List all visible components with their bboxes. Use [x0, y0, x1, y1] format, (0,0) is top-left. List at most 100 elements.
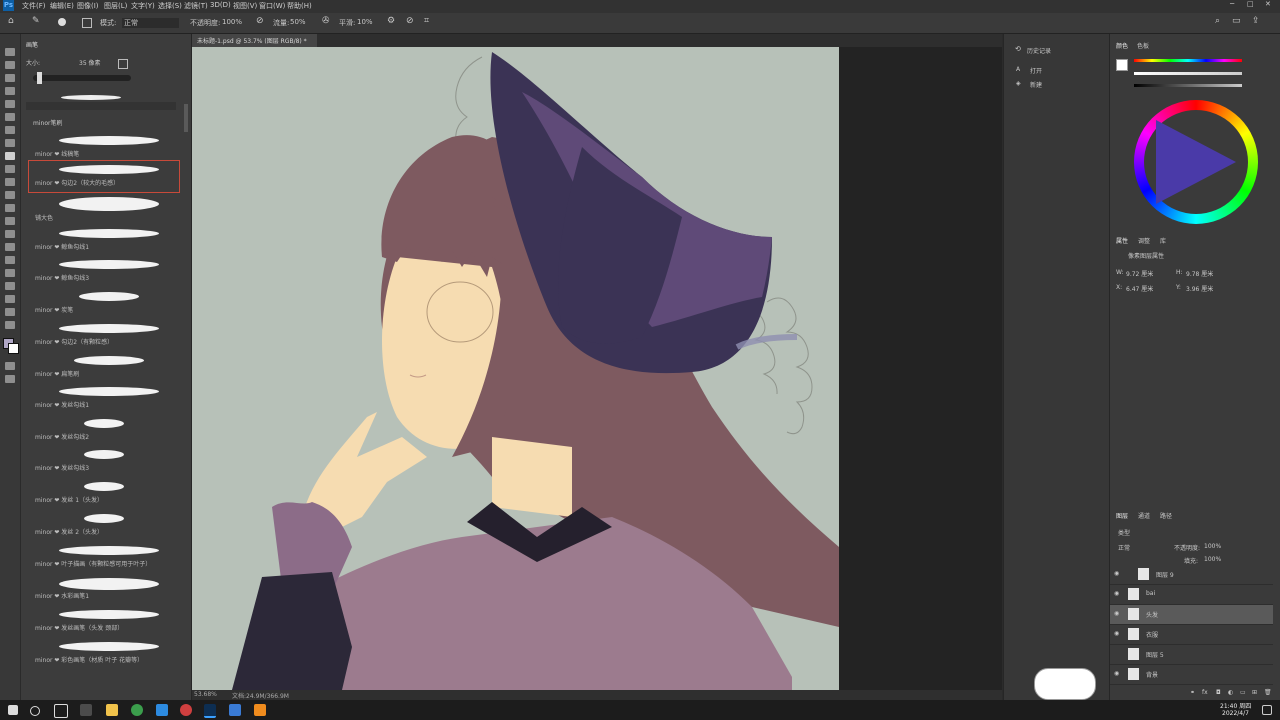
brush-tool-icon[interactable]: ✎ [32, 16, 40, 26]
channels-tab[interactable]: 通道 [1138, 511, 1150, 520]
artwork-canvas[interactable] [192, 47, 1002, 690]
history-item[interactable]: 新建 [1030, 80, 1042, 89]
new-group-icon[interactable]: ▭ [1240, 689, 1246, 696]
size-slider[interactable] [33, 72, 133, 96]
brush-item[interactable]: minor ❤ 炭笔 [29, 288, 179, 319]
dodge-tool-icon[interactable] [5, 230, 15, 238]
visibility-eye-icon[interactable]: ◉ [1114, 610, 1119, 617]
search-icon[interactable] [30, 706, 40, 716]
layer-fill-value[interactable]: 100% [1204, 556, 1221, 563]
visibility-eye-icon[interactable]: ◉ [1114, 570, 1119, 577]
y-value[interactable]: 3.96 厘米 [1186, 284, 1213, 293]
pressure-opacity-icon[interactable]: ⊘ [256, 16, 264, 26]
brush-item[interactable]: minor ❤ 鲸鱼勾线3 [29, 256, 179, 287]
app-icon-1[interactable] [80, 704, 92, 716]
layer-row[interactable]: ◉ bai [1110, 585, 1273, 605]
minimize-button[interactable]: ─ [1230, 0, 1234, 8]
opacity-value[interactable]: 100% [222, 18, 242, 26]
app-icon-4[interactable] [229, 704, 241, 716]
blur-tool-icon[interactable] [5, 217, 15, 225]
shape-tool-icon[interactable] [5, 282, 15, 290]
brush-item[interactable]: minor ❤ 彩色画笔（材质 叶子 花瓣等） [29, 638, 179, 669]
layer-row[interactable]: 图层 5 [1110, 645, 1273, 665]
size-value[interactable]: 35 像素 [79, 58, 101, 67]
brush-panel-scrollbar[interactable] [184, 104, 188, 132]
menu-layer[interactable]: 图层(L) [104, 1, 127, 11]
menu-type[interactable]: 文字(Y) [131, 1, 155, 11]
menu-select[interactable]: 选择(S) [158, 1, 182, 11]
width-value[interactable]: 9.72 厘米 [1126, 269, 1153, 278]
brush-group-label[interactable]: minor笔刷 [33, 118, 62, 127]
maximize-button[interactable]: □ [1247, 0, 1254, 8]
visibility-eye-icon[interactable]: ◉ [1114, 630, 1119, 637]
swatches-panel-tab[interactable]: 色板 [1137, 41, 1149, 50]
workspace-icon[interactable]: ▭ [1232, 16, 1241, 26]
brush-item[interactable]: minor ❤ 发丝画笔（头发 颈部） [29, 606, 179, 637]
path-select-tool-icon[interactable] [5, 269, 15, 277]
color-triangle[interactable] [1156, 120, 1236, 204]
brush-item[interactable]: minor ❤ 发丝 2（头发） [29, 510, 179, 541]
smoothing-value[interactable]: 10% [357, 18, 373, 26]
gradient-tool-icon[interactable] [5, 204, 15, 212]
new-layer-icon[interactable]: ⊞ [1252, 689, 1257, 696]
flow-value[interactable]: 50% [290, 18, 306, 26]
share-icon[interactable]: ⇪ [1252, 16, 1260, 26]
layer-opacity-value[interactable]: 100% [1204, 543, 1221, 550]
symmetry-icon[interactable]: ⌗ [424, 16, 429, 26]
windows-start-icon[interactable] [8, 705, 18, 715]
menu-3d[interactable]: 3D(D) [210, 1, 231, 9]
mode-select[interactable]: 正常 [122, 18, 179, 28]
type-tool-icon[interactable] [5, 256, 15, 264]
color-panel-tab[interactable]: 颜色 [1116, 41, 1128, 50]
layer-row[interactable]: ◉ 衣服 [1110, 625, 1273, 645]
move-tool-icon[interactable] [5, 48, 15, 56]
menu-window[interactable]: 窗口(W) [259, 1, 285, 11]
hand-tool-icon[interactable] [5, 295, 15, 303]
menu-help[interactable]: 帮助(H) [287, 1, 312, 11]
canvas-area[interactable] [192, 47, 1002, 690]
brush-settings-icon[interactable] [82, 18, 92, 28]
adjustment-layer-icon[interactable]: ◐ [1228, 689, 1233, 696]
brush-item[interactable]: minor ❤ 叶子描画（有颗粒感可用于叶子） [29, 542, 179, 573]
color-wheel[interactable] [1134, 100, 1258, 224]
menu-view[interactable]: 视图(V) [233, 1, 257, 11]
frame-tool-icon[interactable] [5, 113, 15, 121]
delete-layer-icon[interactable]: 🗑 [1264, 689, 1272, 696]
close-button[interactable]: ✕ [1265, 0, 1271, 8]
visibility-eye-icon[interactable]: ◉ [1114, 670, 1119, 677]
healing-tool-icon[interactable] [5, 139, 15, 147]
brush-item[interactable]: minor ❤ 扁笔刷 [29, 352, 179, 383]
layer-row[interactable]: ◉ 图层 9 [1110, 565, 1273, 585]
x-value[interactable]: 6.47 厘米 [1126, 284, 1153, 293]
history-panel-title[interactable]: 历史记录 [1027, 46, 1051, 55]
search-icon[interactable]: ⌕ [1215, 16, 1220, 26]
background-color-swatch[interactable] [8, 343, 19, 354]
menu-edit[interactable]: 编辑(E) [50, 1, 74, 11]
foreground-color-chip[interactable] [1116, 59, 1128, 71]
clock-date[interactable]: 2022/4/7 [1222, 710, 1249, 717]
layer-style-icon[interactable]: fx [1202, 689, 1208, 696]
menu-image[interactable]: 图像(I) [77, 1, 99, 11]
quick-mask-icon[interactable] [5, 362, 15, 370]
brush-item[interactable]: 铺大色 [29, 193, 179, 224]
task-view-icon[interactable] [54, 704, 68, 718]
brush-search-field[interactable] [26, 102, 176, 110]
quick-select-tool-icon[interactable] [5, 87, 15, 95]
home-icon[interactable]: ⌂ [8, 16, 14, 26]
pen-tool-icon[interactable] [5, 243, 15, 251]
libraries-tab[interactable]: 库 [1160, 236, 1166, 245]
brush-item[interactable]: minor ❤ 鲸鱼勾线1 [29, 225, 179, 256]
size-slider-thumb[interactable] [37, 72, 42, 84]
brightness-slider[interactable] [1134, 84, 1242, 87]
layer-row-selected[interactable]: ◉ 头发 [1110, 605, 1273, 625]
new-brush-icon[interactable] [118, 59, 128, 69]
link-layers-icon[interactable]: ⚭ [1190, 689, 1195, 696]
pressure-size-icon[interactable]: ⊘ [406, 16, 414, 26]
chrome-icon[interactable] [131, 704, 143, 716]
properties-tab[interactable]: 属性 [1116, 236, 1128, 245]
history-item[interactable]: 打开 [1030, 66, 1042, 75]
gear-icon[interactable]: ⚙ [387, 16, 395, 26]
hue-slider[interactable] [1134, 59, 1242, 62]
adjustments-tab[interactable]: 调整 [1138, 236, 1150, 245]
menu-file[interactable]: 文件(F) [22, 1, 46, 11]
